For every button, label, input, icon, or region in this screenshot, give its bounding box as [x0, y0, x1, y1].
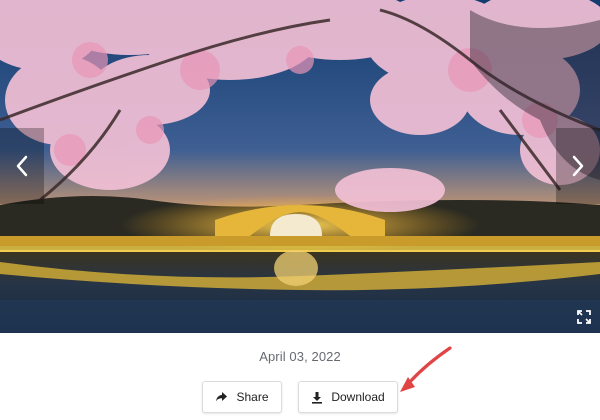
next-photo-button[interactable]: [556, 128, 600, 204]
download-label: Download: [331, 390, 385, 404]
share-button[interactable]: Share: [202, 381, 282, 413]
download-button[interactable]: Download: [298, 381, 398, 413]
chevron-right-icon: [572, 155, 584, 177]
previous-photo-button[interactable]: [0, 128, 44, 204]
wallpaper-photo: [0, 0, 600, 333]
share-arrow-icon: [215, 391, 228, 403]
fullscreen-button[interactable]: [574, 307, 594, 327]
expand-icon: [577, 310, 591, 324]
chevron-left-icon: [16, 155, 28, 177]
photo-date: April 03, 2022: [259, 349, 341, 364]
photo-image: [0, 0, 600, 333]
download-icon: [311, 391, 323, 404]
share-label: Share: [236, 390, 269, 404]
